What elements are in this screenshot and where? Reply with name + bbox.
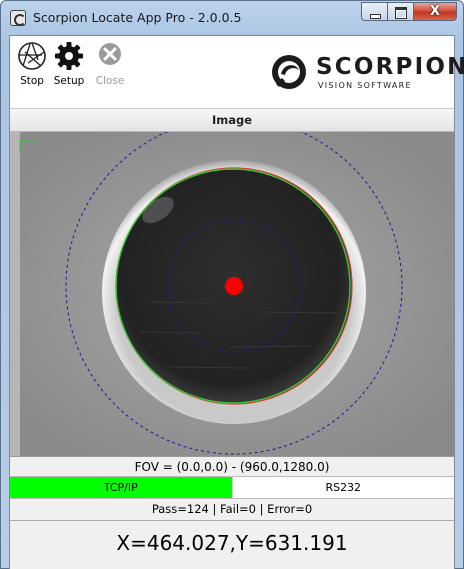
close-icon: X bbox=[429, 4, 441, 19]
window-title: Scorpion Locate App Pro - 2.0.0.5 bbox=[33, 10, 242, 25]
close-button[interactable]: Close bbox=[90, 40, 130, 87]
coordinate-readout: X=464.027,Y=631.191 bbox=[10, 521, 454, 569]
minimize-button[interactable] bbox=[361, 2, 387, 21]
target-center-dot bbox=[225, 277, 243, 295]
inspection-stats: Pass=124 | Fail=0 | Error=0 bbox=[10, 499, 454, 521]
app-window: Scorpion Locate App Pro - 2.0.0.5 X Stop bbox=[0, 0, 464, 569]
stop-label: Stop bbox=[20, 75, 44, 87]
stop-button[interactable]: Stop bbox=[12, 40, 52, 87]
close-label: Close bbox=[95, 75, 125, 87]
image-panel-header: Image bbox=[10, 108, 454, 132]
setup-button[interactable]: Setup bbox=[48, 40, 90, 87]
camera-image bbox=[10, 132, 454, 456]
image-scroll-strip bbox=[10, 132, 20, 456]
setup-label: Setup bbox=[53, 75, 85, 87]
tcp-ip-status[interactable]: TCP/IP bbox=[10, 477, 232, 498]
fov-readout: FOV = (0.0,0.0) - (960.0,1280.0) bbox=[10, 456, 454, 477]
title-bar[interactable]: Scorpion Locate App Pro - 2.0.0.5 X bbox=[1, 1, 463, 35]
aperture-icon bbox=[18, 42, 46, 70]
camera-image-view[interactable] bbox=[10, 132, 454, 456]
rs232-status[interactable]: RS232 bbox=[231, 477, 454, 498]
logo-tagline: VISION SOFTWARE bbox=[318, 81, 412, 90]
logo-wordmark: SCORPION bbox=[316, 54, 464, 80]
scorpion-logo: SCORPION VISION SOFTWARE bbox=[268, 52, 464, 92]
gear-icon bbox=[55, 42, 83, 70]
toolbar: Stop Setup Close SCORPION VISION SOFTWAR… bbox=[10, 36, 464, 108]
app-icon[interactable] bbox=[10, 10, 26, 26]
close-window-button[interactable]: X bbox=[413, 2, 457, 21]
maximize-button[interactable] bbox=[387, 2, 413, 21]
client-area: Stop Setup Close SCORPION VISION SOFTWAR… bbox=[9, 35, 464, 569]
comm-status-bar: TCP/IP RS232 bbox=[10, 477, 454, 499]
caption-buttons: X bbox=[361, 2, 457, 22]
scorpion-logo-icon bbox=[272, 55, 306, 89]
close-circle-icon bbox=[99, 43, 121, 65]
